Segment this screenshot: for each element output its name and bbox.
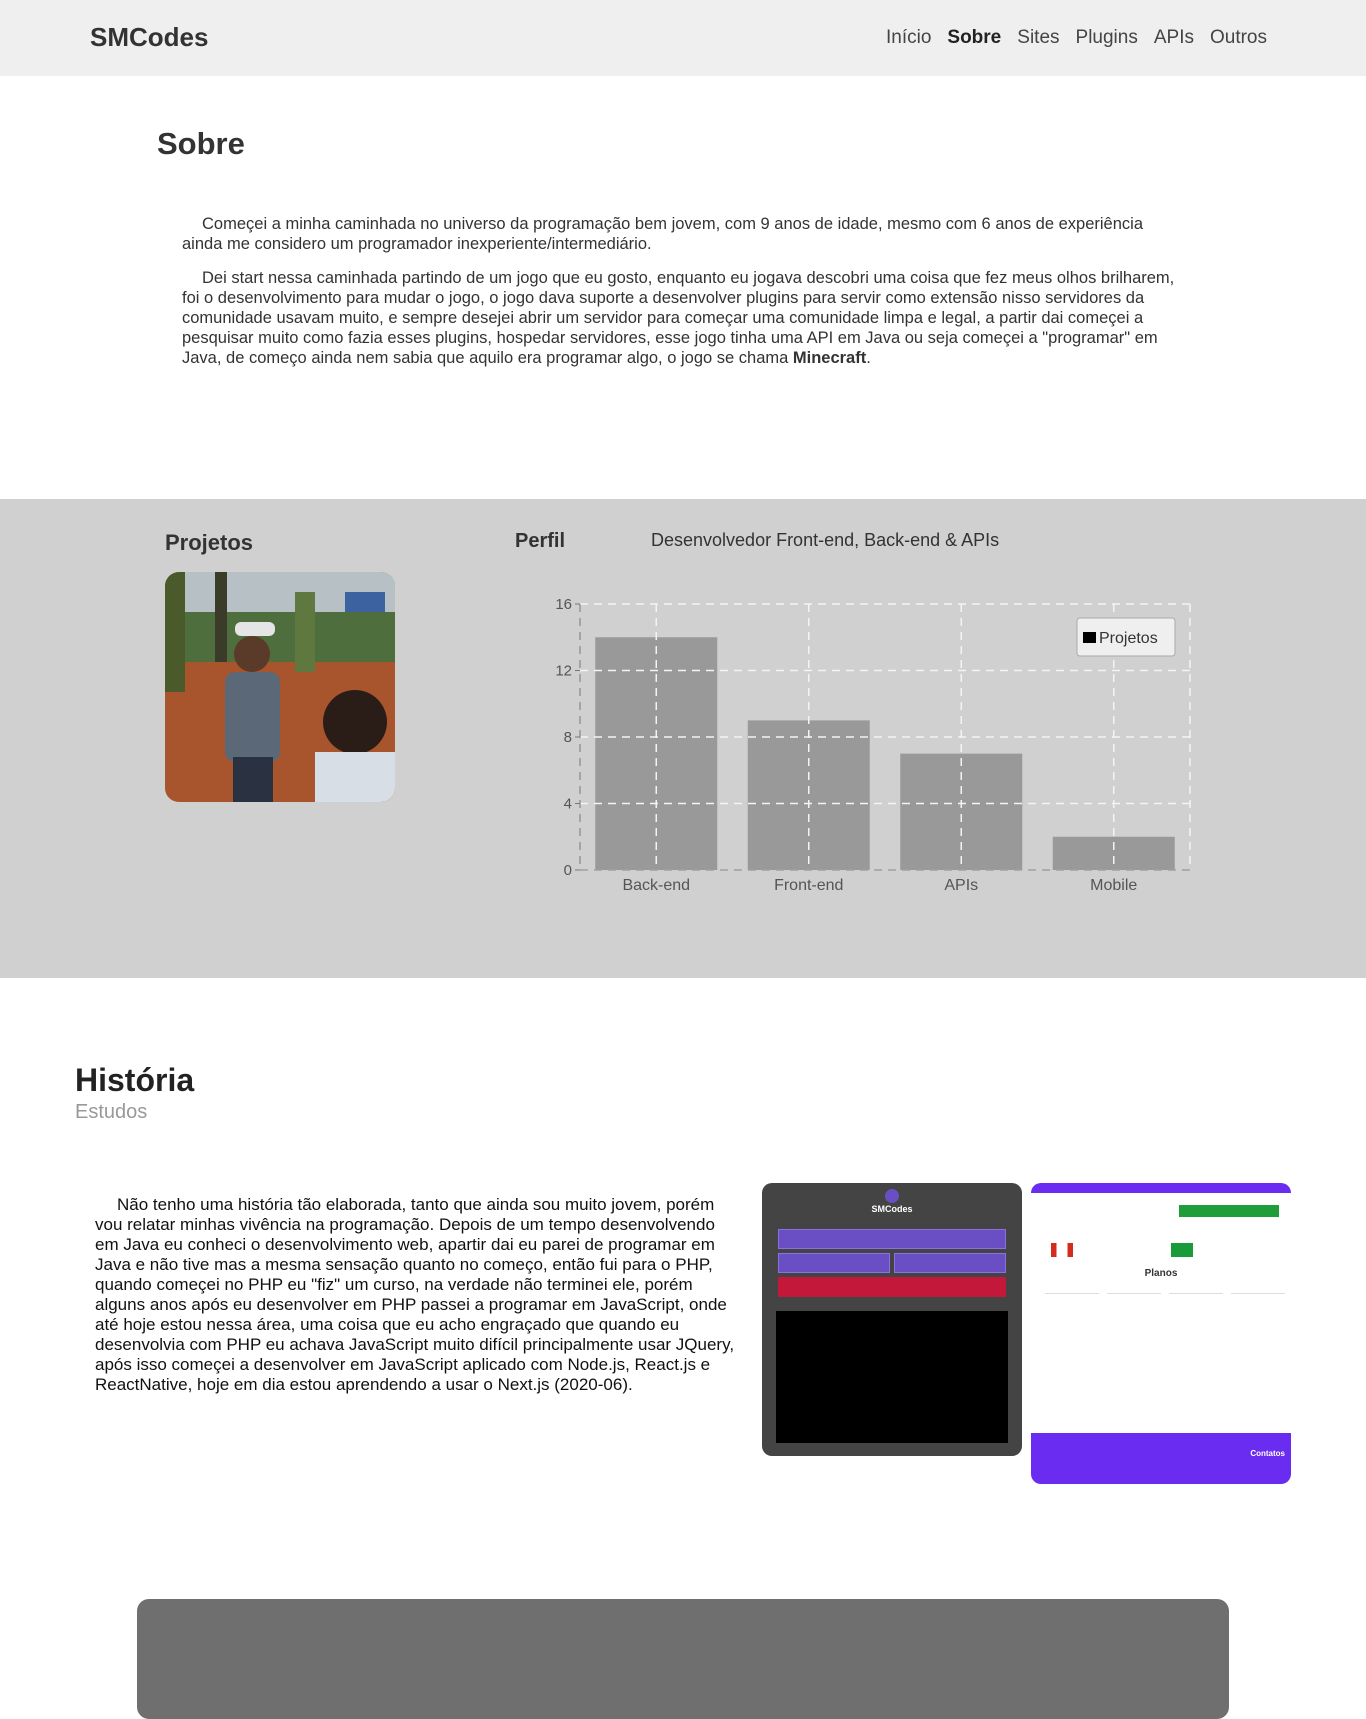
profile-photo-image [165,572,395,802]
app-screenshot-2: Planos Contatos [1031,1183,1291,1484]
screenshot-button [894,1253,1006,1273]
sobre-paragraph-2: Dei start nessa caminhada partindo de um… [182,268,1182,368]
projects-bar-chart: 0 4 8 12 16 Back-end Front-end APIs Mobile Projet… [555,596,1191,894]
sobre-p2-end: . [866,349,871,367]
chart-xtick-label: Back-end [622,877,690,894]
screenshot-plan-cards [1045,1293,1285,1403]
sobre-title: Sobre [157,126,245,161]
plan-card [1231,1293,1285,1403]
nav-outros[interactable]: Outros [1210,27,1267,49]
chart-ytick-label: 12 [555,663,572,680]
screenshot-planos-title: Planos [1144,1268,1178,1279]
canada-flag-icon [1051,1243,1073,1257]
app-screenshot-1: SMCodes [762,1183,1022,1456]
projetos-title: Projetos [165,530,254,555]
chart-ytick-label: 16 [555,596,572,613]
screenshot-footer [1031,1433,1291,1484]
brazil-flag-icon [1171,1243,1193,1257]
sobre-paragraph-1: Começei a minha caminhada no universo da… [182,215,1144,253]
chart-xtick-label: Mobile [1090,877,1137,894]
perfil-title: Perfil [515,530,566,552]
screenshot-contatos: Contatos [1250,1449,1285,1458]
chart-ytick-label: 8 [564,729,572,746]
nav-sites[interactable]: Sites [1017,27,1059,49]
user-icon [885,1189,899,1203]
screenshot-black-panel [776,1311,1008,1443]
chart-ytick-label: 0 [564,862,572,879]
historia-title: História [75,1062,195,1098]
chart-bar-mobile [1052,836,1175,870]
nav-sobre[interactable]: Sobre [947,27,1001,49]
chart-bar-apis [900,753,1023,870]
screenshot-top-bar [1031,1183,1291,1193]
minecraft-bold: Minecraft [792,349,867,367]
sobre-p2-text: Dei start nessa caminhada partindo de um… [182,269,1175,367]
nav-inicio[interactable]: Início [886,27,931,49]
plan-card [1045,1293,1099,1403]
bottom-dark-card [137,1599,1229,1719]
chart-xtick-label: APIs [944,877,978,894]
historia-text: Não tenho uma história tão elaborada, ta… [95,1195,735,1394]
screenshot-button [778,1229,1006,1249]
plan-card [1107,1293,1161,1403]
nav-apis[interactable]: APIs [1154,27,1194,49]
historia-subtitle: Estudos [75,1101,148,1123]
chart-xtick-label: Front-end [774,877,843,894]
screenshot-green-button [1179,1205,1279,1217]
perfil-description: Desenvolvedor Front-end, Back-end & APIs [651,530,1000,550]
chart-legend-swatch [1083,632,1096,643]
top-navbar: SMCodes Início Sobre Sites Plugins APIs … [0,0,1366,76]
nav-plugins[interactable]: Plugins [1076,27,1138,49]
screenshot-button-red [778,1277,1006,1297]
app-screenshot-1-title: SMCodes [871,1204,913,1214]
profile-photo [165,572,395,802]
chart-ytick-label: 4 [564,796,572,813]
main-nav: Início Sobre Sites Plugins APIs Outros [886,27,1267,49]
screenshot-button [778,1253,890,1273]
plan-card [1169,1293,1223,1403]
brand-logo[interactable]: SMCodes [90,22,208,53]
chart-legend-label: Projetos [1099,630,1158,647]
sobre-text: Começei a minha caminhada no universo da… [182,214,1182,382]
